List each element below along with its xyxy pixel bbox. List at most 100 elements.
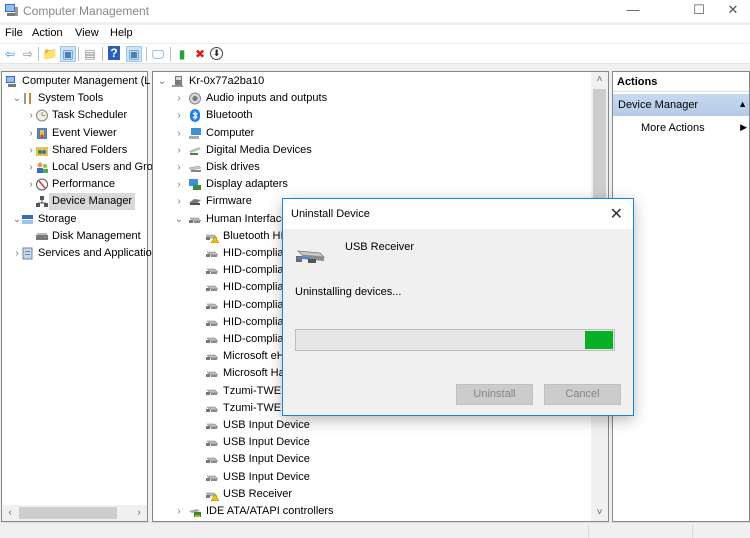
expand-chevron-icon[interactable]: › [174,176,184,193]
scroll-right-button[interactable]: › [131,505,147,521]
scrollbar-thumb[interactable] [593,89,606,209]
menu-file[interactable]: File [5,27,23,39]
shared-folder-icon [35,144,49,157]
tree-item-label: Kr-0x77a2ba10 [189,75,265,87]
tree-item-label: Services and Applicatior [38,247,156,259]
help-icon: ? [110,46,118,60]
tree-item-label: USB Input Device [223,453,310,466]
storage-icon [21,213,35,226]
more-actions-item[interactable]: More Actions [641,122,705,134]
tree-item[interactable]: › IDE ATA/ATAPI controllers [174,503,574,520]
forward-button[interactable]: ⇨ [20,46,36,62]
expand-chevron-icon[interactable]: › [174,503,184,520]
scroll-up-button[interactable]: ˄ [591,72,608,88]
device-name: USB Receiver [345,241,415,253]
media-device-icon [188,144,202,157]
properties-button[interactable]: ▤ [82,46,98,62]
console-tree-icon: ▣ [62,47,74,61]
help-button[interactable]: ? [108,46,120,60]
actions-section-device-manager[interactable]: Device Manager ▲ [613,94,749,116]
tree-item-label: Disk drives [206,161,260,173]
status-bar [0,522,750,538]
firmware-icon [188,195,202,208]
tree-item[interactable]: › Audio inputs and outputs [174,90,574,107]
tree-item[interactable]: › Bluetooth [174,107,574,124]
dialog-title: Uninstall Device [291,208,370,220]
speaker-icon [188,92,202,105]
back-arrow-icon: ⇦ [4,47,16,61]
expand-chevron-icon[interactable]: › [174,125,184,142]
tree-item[interactable]: USB Input Device [191,434,591,451]
menu-action[interactable]: Action [32,27,63,39]
disable-device-button[interactable]: ⬇ [210,47,223,60]
collapse-chevron-icon[interactable]: ⌄ [174,211,184,228]
tree-item-label: Display adapters [206,178,288,191]
dialog-close-button[interactable]: ✕ [610,204,623,224]
tree-item-label: USB Input Device [223,419,310,431]
toolbar-separator [38,47,39,61]
hid-icon [188,213,202,226]
update-driver-button[interactable]: ▮ [174,46,190,62]
folder-up-icon: 📁 [42,47,58,61]
back-button[interactable]: ⇦ [2,46,18,62]
event-viewer-icon [35,127,49,140]
uninstall-device-button[interactable]: ✖ [192,46,208,62]
tree-item[interactable]: › Disk drives [174,159,574,176]
tree-item[interactable]: USB Receiver [191,486,591,503]
scan-hardware-button[interactable]: 🖵 [150,46,166,62]
monitor-scan-icon: 🖵 [152,46,164,61]
hid-icon [205,367,219,380]
usb-receiver-icon [296,250,325,263]
tree-item-label: Local Users and Gro [52,161,153,173]
status-divider [588,525,589,538]
scrollbar-thumb[interactable] [19,507,117,519]
uninstall-button[interactable]: Uninstall [456,384,533,405]
tree-item-label: IDE ATA/ATAPI controllers [206,505,334,517]
toolbar-separator [146,47,147,61]
computer-icon [188,127,202,140]
tree-item[interactable]: USB Input Device [191,469,591,486]
collapse-caret-icon[interactable]: ▲ [738,99,747,109]
tree-item[interactable]: USB Input Device [191,451,591,468]
tree-item-label: Bluetooth [206,109,253,122]
disk-management-icon [35,230,49,243]
tree-item-label: Disk Management [52,229,141,242]
tree-item-label: Performance [52,178,115,191]
scroll-left-button[interactable]: ‹ [2,505,18,521]
expand-chevron-icon[interactable]: › [174,107,184,124]
disk-drive-icon [188,161,202,174]
hid-icon [205,436,219,449]
tree-item-label: Audio inputs and outputs [206,92,328,105]
close-button[interactable]: ✕ [710,0,750,22]
tree-item-label: Shared Folders [52,143,128,156]
expand-chevron-icon[interactable]: › [174,159,184,176]
minimize-button[interactable]: — [610,0,656,22]
tree-item[interactable]: USB Input Device [191,417,591,434]
tree-item[interactable]: › Digital Media Devices [174,142,574,159]
menu-help[interactable]: Help [110,27,133,39]
show-hide-action-pane-button[interactable]: ▣ [126,46,142,62]
menu-view[interactable]: View [75,27,99,39]
device-manager-icon [35,195,49,208]
toolbar-separator [170,47,171,61]
horizontal-scrollbar[interactable]: ‹ › [2,505,147,521]
computer-root-icon [171,75,185,88]
properties-icon: ▤ [84,47,96,61]
hid-icon [205,333,219,346]
scroll-down-button[interactable]: ˅ [591,505,608,521]
tree-item[interactable]: › Display adapters [174,176,574,193]
up-one-level-button[interactable]: 📁 [42,46,58,62]
hid-icon [205,281,219,294]
console-tree-pane: Computer Management (L ⌄ System Tools › Task… [1,71,155,522]
tree-item[interactable]: › Computer [174,125,574,142]
expand-chevron-icon[interactable]: › [174,90,184,107]
update-driver-icon: ▮ [178,47,186,61]
show-hide-console-tree-button[interactable]: ▣ [60,46,76,62]
status-divider [692,525,693,538]
expand-chevron-icon[interactable]: › [174,193,184,210]
cancel-button[interactable]: Cancel [544,384,621,405]
services-icon [21,247,35,260]
tree-item[interactable]: ⌄ Kr-0x77a2ba10 [157,73,557,90]
collapse-chevron-icon[interactable]: ⌄ [157,73,167,90]
expand-chevron-icon[interactable]: › [174,142,184,159]
